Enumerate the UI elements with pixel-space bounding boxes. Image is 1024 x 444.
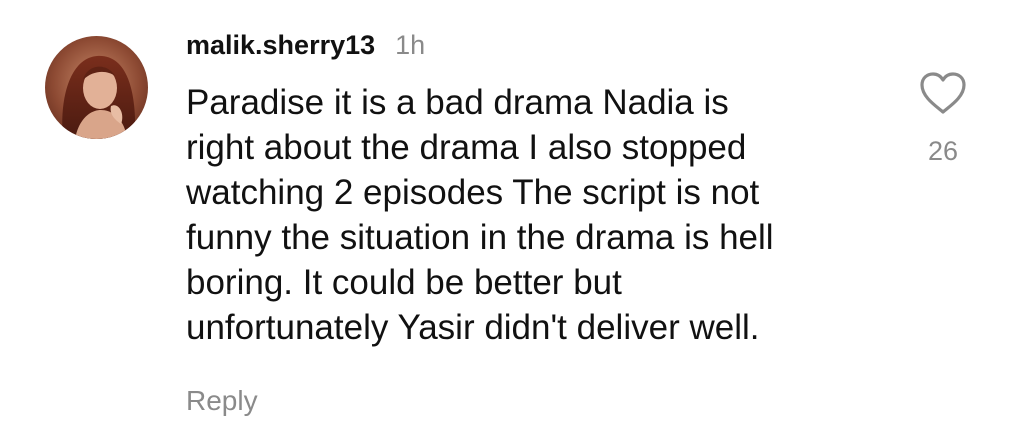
comment-meta: malik.sherry13 1h [186,30,906,70]
comment-text-line: watching 2 episodes The script is not [186,173,760,212]
avatar-image [45,36,148,139]
like-control: 26 [912,70,974,167]
comment-item: malik.sherry13 1h Paradise it is a bad d… [0,0,1024,444]
heart-outline-icon[interactable] [918,70,968,116]
comment-body: malik.sherry13 1h Paradise it is a bad d… [186,30,906,350]
comment-text: Paradise it is a bad drama Nadia is righ… [186,80,906,350]
timestamp: 1h [395,30,426,60]
comment-text-line: unfortunately Yasir didn't deliver well. [186,308,760,347]
comment-text-line: funny the situation in the drama is hell [186,218,774,257]
avatar[interactable] [45,36,148,139]
reply-button[interactable]: Reply [186,385,258,417]
username[interactable]: malik.sherry13 [186,30,375,61]
comment-text-line: right about the drama I also stopped [186,128,747,167]
like-count: 26 [927,136,959,166]
comment-text-line: boring. It could be better but [186,263,622,302]
comment-text-line: Paradise it is a bad drama Nadia is [186,83,729,122]
